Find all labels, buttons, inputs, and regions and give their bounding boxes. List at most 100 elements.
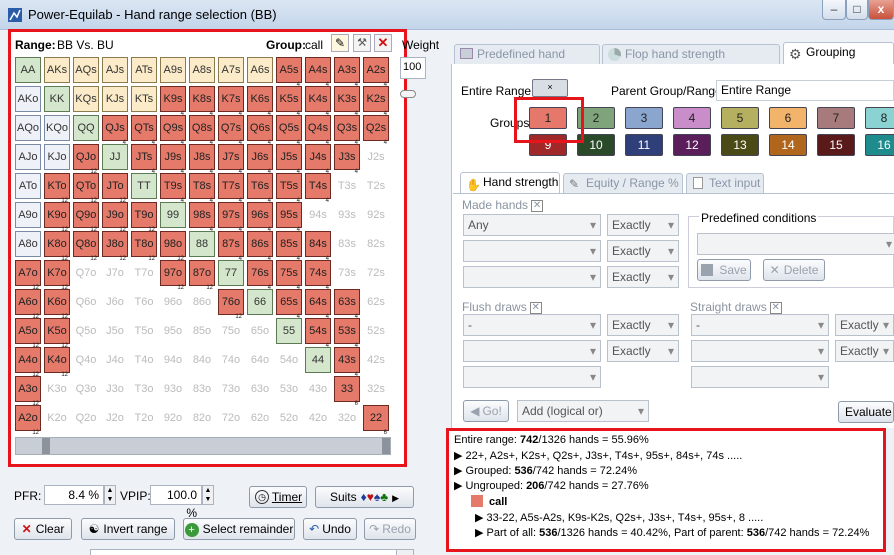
group-button-15[interactable]: 15 — [817, 134, 855, 156]
hand-icon: ✋ — [466, 178, 481, 192]
clear-button[interactable]: ✕ Clear — [14, 518, 72, 540]
vpip-spinner[interactable]: ▲ ▼ — [202, 485, 214, 505]
made-hands-exactly-3[interactable]: Exactly — [607, 266, 679, 288]
arrow-left-icon: ◀ — [470, 404, 480, 418]
add-logical-or-select[interactable]: Add (logical or) — [517, 400, 649, 422]
weight-input[interactable]: 100 — [400, 57, 426, 79]
suits-button[interactable]: Suits ♦♥♠♣ ▶ — [315, 486, 414, 508]
made-hands-exactly-1[interactable]: Exactly — [607, 214, 679, 236]
flush-draws-exactly-2[interactable]: Exactly — [607, 340, 679, 362]
redo-button[interactable]: ↷ Redo — [364, 518, 416, 540]
bottom-field[interactable] — [90, 549, 410, 555]
highlight-box-group-1 — [514, 97, 584, 143]
minimize-button[interactable]: – — [822, 0, 846, 20]
vpip-input[interactable]: 100.0 % — [150, 485, 202, 520]
group-button-5[interactable]: 5 — [721, 107, 759, 129]
delete-button[interactable]: ✕ Delete — [763, 259, 825, 281]
group-button-14[interactable]: 14 — [769, 134, 807, 156]
group-button-11[interactable]: 11 — [625, 134, 663, 156]
tab-hand-strength-label: Hand strength — [483, 175, 559, 189]
made-hands-select-2[interactable] — [463, 240, 601, 262]
straight-draws-select-3[interactable] — [691, 366, 829, 388]
folder-icon — [460, 48, 473, 59]
made-hands-text: Made hands — [462, 198, 529, 212]
group-button-8[interactable]: 8 — [865, 107, 894, 129]
group-button-7[interactable]: 7 — [817, 107, 855, 129]
flush-draws-select-1[interactable]: - — [463, 314, 601, 336]
timer-button[interactable]: ◷ Timer — [249, 486, 307, 508]
straight-draws-label: Straight draws ✕ — [690, 300, 782, 314]
flush-draws-label: Flush draws ✕ — [462, 300, 542, 314]
straight-draws-exactly-1[interactable]: Exactly — [835, 314, 894, 336]
group-button-6[interactable]: 6 — [769, 107, 807, 129]
save-label: Save — [719, 263, 747, 277]
plus-icon: + — [184, 523, 199, 537]
weight-slider-handle[interactable] — [400, 90, 416, 98]
predefined-conditions-box: Predefined conditions Save ✕Delete — [688, 211, 894, 288]
document-icon — [693, 177, 703, 189]
flush-draws-checkbox[interactable]: ✕ — [529, 301, 542, 314]
bottom-dropdown[interactable] — [396, 549, 414, 555]
straight-draws-select-2[interactable] — [691, 340, 829, 362]
group-button-16[interactable]: 16 — [865, 134, 894, 156]
clear-x-icon: ✕ — [21, 522, 32, 536]
highlight-box-summary — [446, 428, 886, 552]
select-remainder-label: Select remainder — [202, 522, 294, 536]
title-bar[interactable]: Power-Equilab - Hand range selection (BB… — [0, 0, 894, 30]
tab-equity-range[interactable]: ✎ Equity / Range % — [563, 173, 683, 193]
weight-label: Weight — [402, 38, 440, 52]
group-button-4[interactable]: 4 — [673, 107, 711, 129]
clear-label: Clear — [35, 522, 65, 536]
timer-label: Timer — [271, 490, 303, 504]
gear-icon: ⚙ — [789, 46, 802, 62]
pie-chart-icon — [608, 48, 621, 61]
app-icon — [8, 8, 22, 22]
undo-icon: ↶ — [309, 522, 320, 536]
straight-draws-checkbox[interactable]: ✕ — [769, 301, 782, 314]
pencil-icon: ✎ — [569, 177, 580, 191]
group-button-13[interactable]: 13 — [721, 134, 759, 156]
flush-draws-exactly-1[interactable]: Exactly — [607, 314, 679, 336]
pfr-spinner[interactable]: ▲ ▼ — [104, 485, 116, 505]
delete-label: Delete — [783, 263, 819, 277]
made-hands-select-1[interactable]: Any — [463, 214, 601, 236]
made-hands-label: Made hands ✕ — [462, 198, 544, 212]
pfr-label: PFR: — [14, 489, 42, 503]
group-button-3[interactable]: 3 — [625, 107, 663, 129]
tab-text-input[interactable]: Text input — [686, 173, 764, 193]
tab-hand-strength[interactable]: ✋ Hand strength — [460, 172, 560, 194]
invert-range-button[interactable]: ☯ Invert range — [81, 518, 175, 540]
made-hands-select-3[interactable] — [463, 266, 601, 288]
save-button[interactable]: Save — [697, 259, 751, 281]
group-button-12[interactable]: 12 — [673, 134, 711, 156]
straight-draws-text: Straight draws — [690, 300, 767, 314]
tab-flop-hand-strength[interactable]: Flop hand strength distribution — [602, 44, 780, 79]
entire-range-button[interactable]: × — [532, 79, 568, 97]
parent-group-label: Parent Group/Range: — [611, 84, 726, 98]
tab-predefined-hand-ranges[interactable]: Predefined hand ranges — [454, 44, 600, 79]
undo-label: Undo — [322, 522, 351, 536]
flush-draws-select-2[interactable] — [463, 340, 601, 362]
pfr-input[interactable]: 8.4 % — [44, 485, 104, 505]
straight-draws-exactly-2[interactable]: Exactly — [835, 340, 894, 362]
redo-icon: ↷ — [369, 522, 380, 536]
vpip-label: VPIP: — [120, 489, 151, 503]
predefined-conditions-label: Predefined conditions — [699, 211, 819, 225]
undo-button[interactable]: ↶ Undo — [303, 518, 357, 540]
made-hands-checkbox[interactable]: ✕ — [531, 199, 544, 212]
parent-group-field[interactable]: Entire Range — [716, 80, 894, 101]
tab-equity-label: Equity / Range % — [586, 176, 679, 190]
evaluate-button[interactable]: Evaluate — [838, 401, 894, 423]
made-hands-exactly-2[interactable]: Exactly — [607, 240, 679, 262]
predefined-conditions-select[interactable] — [697, 233, 894, 255]
flush-draws-text: Flush draws — [462, 300, 527, 314]
go-button[interactable]: ◀ Go! — [463, 400, 509, 422]
select-remainder-button[interactable]: + Select remainder — [183, 518, 295, 540]
flush-draws-select-3[interactable] — [463, 366, 601, 388]
tab-grouping-options[interactable]: ⚙Grouping options — [783, 42, 894, 77]
straight-draws-select-1[interactable]: - — [691, 314, 829, 336]
close-window-button[interactable]: x — [868, 0, 894, 20]
tab-text-input-label: Text input — [709, 176, 761, 190]
go-label: Go! — [482, 404, 502, 418]
maximize-button[interactable]: □ — [846, 0, 868, 20]
